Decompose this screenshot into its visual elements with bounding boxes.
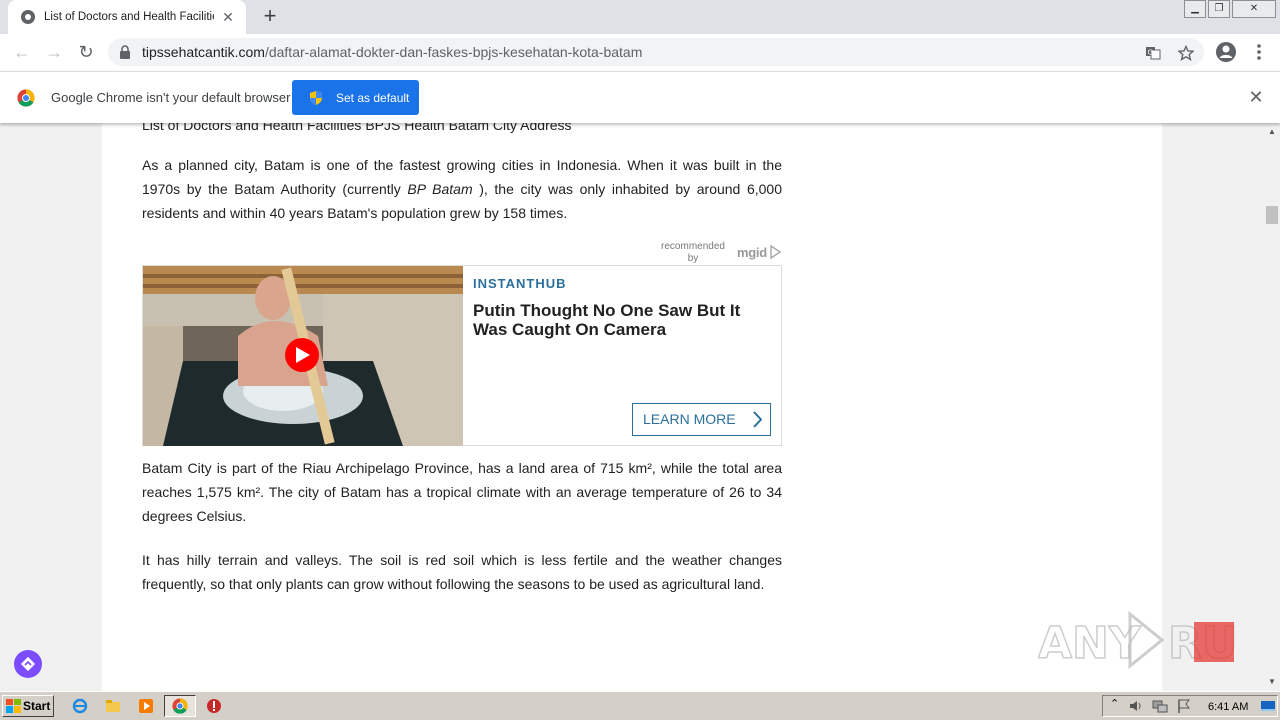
tray-expand-icon[interactable]: ⌃ <box>1110 697 1119 710</box>
recommended-by-label: recommended by <box>661 241 725 264</box>
floating-action-button[interactable] <box>14 650 42 678</box>
infobar-close-icon[interactable]: ✕ <box>1247 88 1265 106</box>
learn-more-label: LEARN MORE <box>643 411 736 427</box>
browser-toolbar: ← → ↻ tipssehatcantik.com/daftar-alamat-… <box>0 34 1280 71</box>
set-as-default-button[interactable]: Set as default <box>292 80 419 115</box>
translate-icon[interactable]: G <box>1145 45 1161 61</box>
chrome-logo-icon <box>17 89 35 107</box>
forward-arrow-icon[interactable]: → <box>42 40 66 64</box>
ad-brand: INSTANTHUB <box>473 276 567 291</box>
tab-title: List of Doctors and Health Facilities E <box>44 11 214 23</box>
globe-icon <box>21 10 35 24</box>
browser-tab[interactable]: List of Doctors and Health Facilities E … <box>8 0 246 34</box>
windows-taskbar: Start ⌃ 6:41 AM <box>0 691 1280 720</box>
scroll-up-arrow-icon[interactable]: ▲ <box>1268 127 1276 136</box>
chrome-task-icon <box>172 698 188 714</box>
heading-partial: List of Doctors and Health Facilities BP… <box>142 123 572 133</box>
file-explorer-icon[interactable] <box>105 698 121 714</box>
taskbar-clock: 6:41 AM <box>1208 701 1249 713</box>
url-text[interactable]: tipssehatcantik.com/daftar-alamat-dokter… <box>142 44 642 60</box>
windows-flag-icon <box>6 699 21 713</box>
start-label: Start <box>23 699 51 713</box>
menu-dots-icon[interactable] <box>1247 40 1271 64</box>
stop-alert-icon[interactable] <box>206 698 222 714</box>
address-bar[interactable]: tipssehatcantik.com/daftar-alamat-dokter… <box>108 38 1204 66</box>
network-icon[interactable] <box>1152 698 1168 714</box>
bookmark-star-icon[interactable] <box>1178 45 1194 61</box>
tab-strip: List of Doctors and Health Facilities E … <box>0 0 1280 34</box>
lock-icon <box>120 45 130 59</box>
anyrun-watermark-logo: ANY RUN <box>1038 610 1238 670</box>
internet-explorer-icon[interactable] <box>72 698 88 714</box>
set-as-default-label: Set as default <box>336 90 410 105</box>
tab-close-icon[interactable]: ✕ <box>220 9 236 25</box>
media-player-icon[interactable] <box>138 698 154 714</box>
action-center-flag-icon[interactable] <box>1176 698 1192 714</box>
profile-avatar-icon[interactable] <box>1214 40 1238 64</box>
default-browser-infobar: Google Chrome isn't your default browser… <box>0 71 1280 123</box>
chevron-right-icon <box>753 411 762 428</box>
scroll-thumb[interactable] <box>1266 206 1278 224</box>
back-arrow-icon[interactable]: ← <box>10 40 34 64</box>
ad-photo <box>143 266 463 446</box>
mgid-logo[interactable]: mgid <box>737 245 767 260</box>
svg-text:G: G <box>1148 49 1153 57</box>
article-paragraph-3: It has hilly terrain and valleys. The so… <box>142 552 782 592</box>
ad-headline[interactable]: Putin Thought No One Saw But It Was Caug… <box>473 301 773 339</box>
shield-icon <box>310 90 322 105</box>
svg-text:ANY: ANY <box>1038 618 1142 669</box>
article-paragraph-2: Batam City is part of the Riau Archipela… <box>142 460 782 524</box>
chrome-task-button[interactable] <box>164 695 196 717</box>
ad-thumbnail[interactable] <box>143 266 463 446</box>
reload-icon[interactable]: ↻ <box>74 40 98 64</box>
learn-more-button[interactable]: LEARN MORE <box>632 403 771 436</box>
show-desktop-icon[interactable] <box>1260 698 1276 714</box>
page-viewport: List of Doctors and Health Facilities BP… <box>0 123 1264 691</box>
scroll-down-arrow-icon[interactable]: ▼ <box>1268 677 1276 686</box>
page-scrollbar[interactable]: ▲ ▼ <box>1264 123 1280 691</box>
infobar-message: Google Chrome isn't your default browser <box>51 90 291 105</box>
article-paragraph-1: As a planned city, Batam is one of the f… <box>142 157 782 221</box>
start-button[interactable]: Start <box>2 695 54 717</box>
restore-icon[interactable]: ❐ <box>1208 0 1230 18</box>
article-content: List of Doctors and Health Facilities BP… <box>102 123 1162 691</box>
ad-choices-icon[interactable] <box>769 245 781 259</box>
sponsored-ad-card[interactable]: INSTANTHUB Putin Thought No One Saw But … <box>142 265 782 446</box>
diamond-arrow-icon <box>20 656 36 672</box>
minimize-icon[interactable]: ▁ <box>1184 0 1206 18</box>
volume-icon[interactable] <box>1128 698 1144 714</box>
new-tab-icon[interactable]: + <box>258 5 282 29</box>
window-close-icon[interactable]: ✕ <box>1232 0 1276 18</box>
